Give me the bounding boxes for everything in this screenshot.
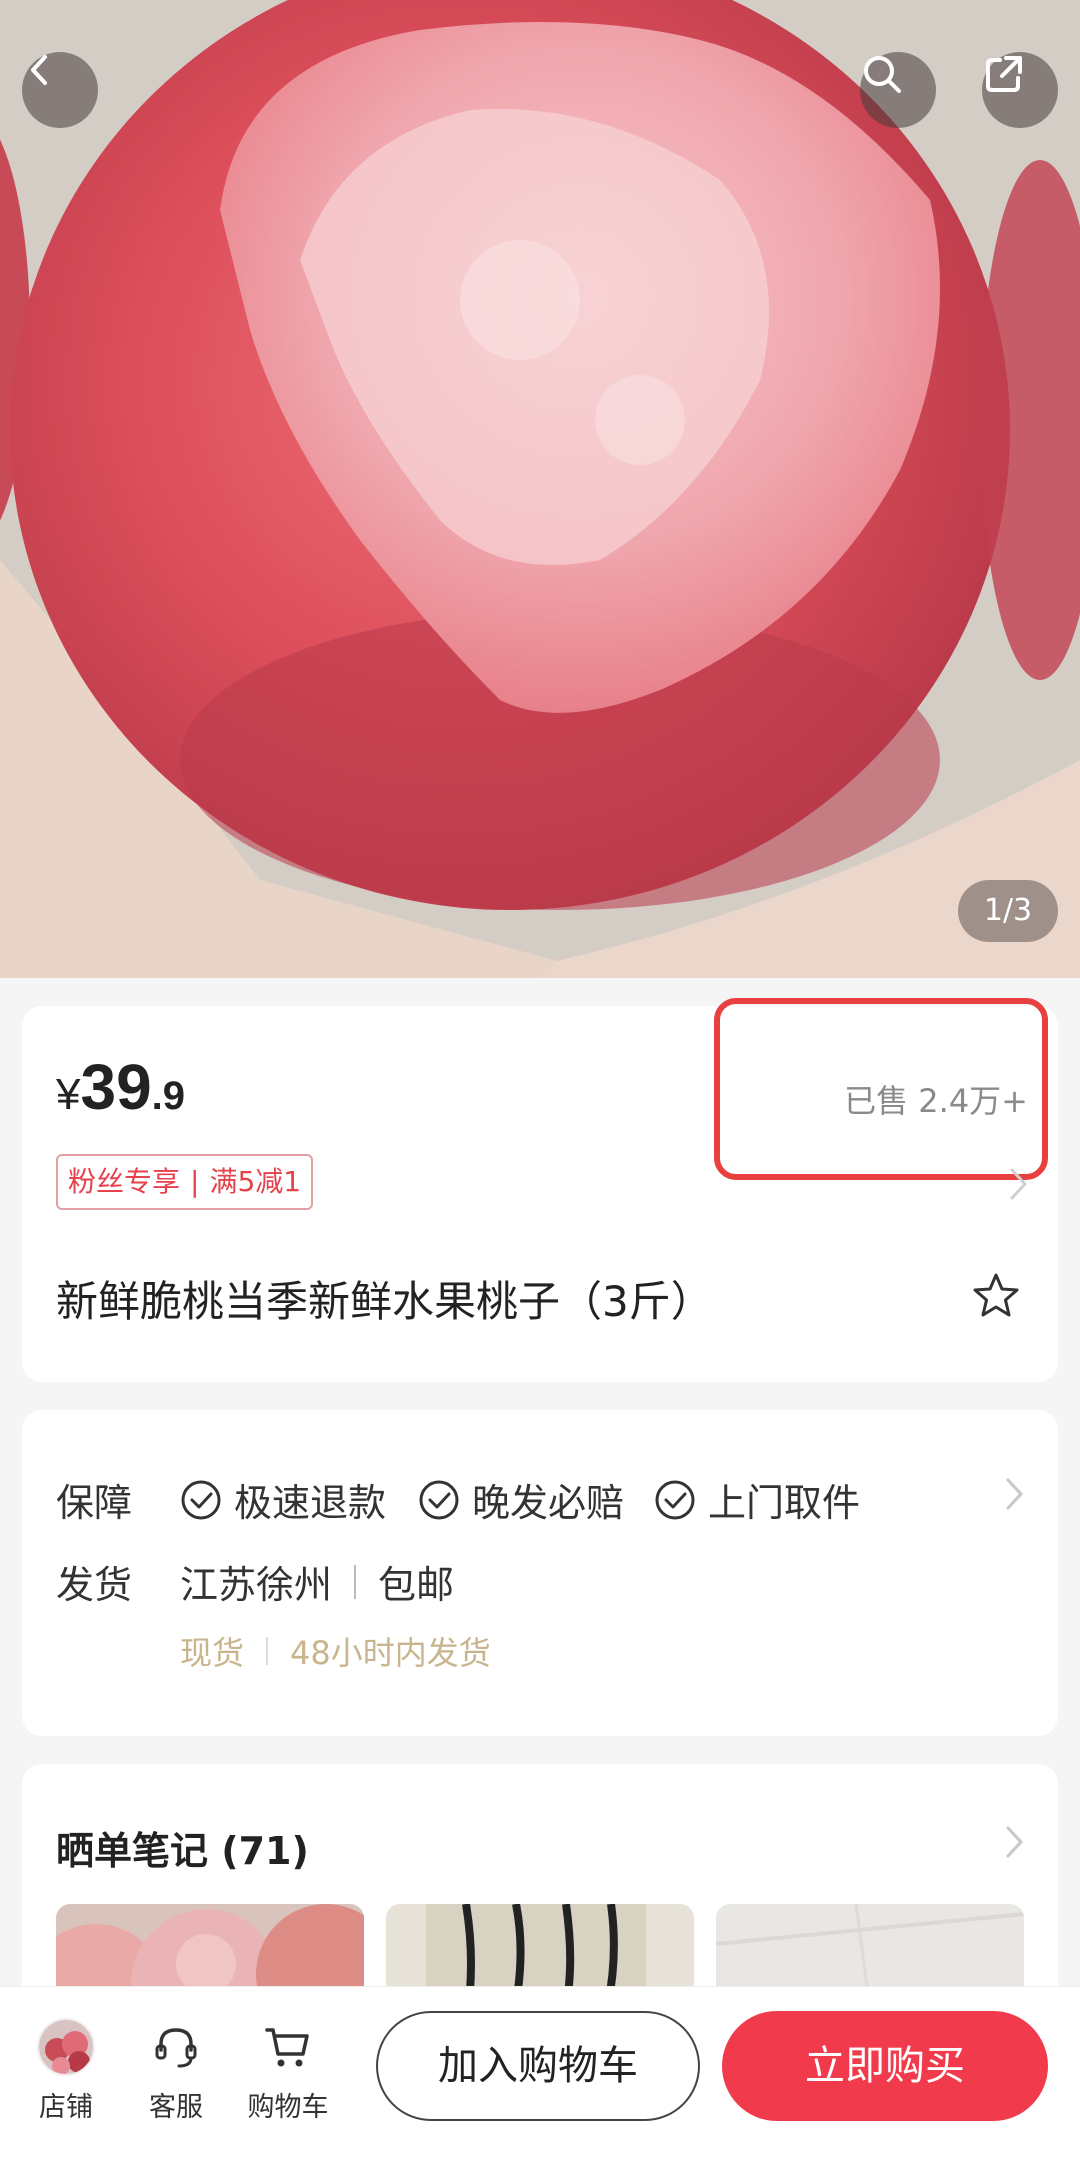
coupon-offer: 满5减1 bbox=[209, 1165, 302, 1198]
chevron-right-icon[interactable] bbox=[1004, 1824, 1026, 1860]
guarantee-text: 极速退款 bbox=[234, 1481, 387, 1525]
shipping-info: 江苏徐州 包邮 bbox=[180, 1554, 454, 1609]
share-icon bbox=[986, 56, 1022, 92]
service-card[interactable]: 保障 极速退款 晚发必赔 上门取件 发货 江苏徐州 包邮 现货 48小时内发货 bbox=[22, 1410, 1058, 1736]
store-avatar bbox=[37, 2018, 95, 2076]
store-button[interactable]: 店铺 bbox=[16, 2015, 116, 2124]
check-circle-icon bbox=[655, 1480, 695, 1519]
add-to-cart-button[interactable]: 加入购物车 bbox=[376, 2011, 700, 2121]
bottom-action-bar: 店铺 客服 购物车 加入购物车 立即购买 bbox=[0, 1986, 1080, 2176]
price-card: ¥39.9 已售 2.4万+ 粉丝专享 | 满5减1 新鲜脆桃当季新鲜水果桃子（… bbox=[22, 998, 1058, 1382]
coupon-separator: | bbox=[190, 1165, 200, 1198]
back-button[interactable] bbox=[22, 52, 98, 128]
store-logo-image bbox=[39, 2020, 93, 2074]
divider bbox=[266, 1637, 269, 1665]
ship-origin: 江苏徐州 bbox=[180, 1563, 333, 1607]
price-integer: 39 bbox=[80, 1051, 152, 1123]
divider bbox=[354, 1564, 357, 1599]
stock-status: 现货 bbox=[180, 1634, 245, 1672]
stock-info: 现货 48小时内发货 bbox=[180, 1628, 491, 1674]
dispatch-time: 48小时内发货 bbox=[290, 1634, 491, 1672]
share-button[interactable] bbox=[982, 52, 1058, 128]
check-circle-icon bbox=[419, 1480, 459, 1519]
check-circle-icon bbox=[181, 1480, 221, 1519]
cart-label: 购物车 bbox=[247, 2092, 329, 2123]
guarantee-label: 保障 bbox=[56, 1481, 133, 1525]
guarantee-text: 晚发必赔 bbox=[472, 1481, 625, 1525]
service-label: 客服 bbox=[149, 2092, 203, 2123]
annotation-highlight-box bbox=[714, 998, 1048, 1180]
image-counter: 1/3 bbox=[958, 880, 1058, 942]
store-label: 店铺 bbox=[39, 2092, 93, 2123]
product-title: 新鲜脆桃当季新鲜水果桃子（3斤） bbox=[56, 1277, 713, 1326]
favorite-star-icon[interactable] bbox=[970, 1270, 1022, 1322]
customer-service-button[interactable]: 客服 bbox=[126, 2015, 226, 2124]
product-photo bbox=[0, 0, 1080, 978]
guarantee-text: 上门取件 bbox=[708, 1481, 861, 1525]
coupon-badge[interactable]: 粉丝专享 | 满5减1 bbox=[56, 1154, 314, 1210]
guarantee-item-fast-refund: 极速退款 bbox=[180, 1472, 386, 1527]
guarantee-item-late-compensation: 晚发必赔 bbox=[418, 1472, 624, 1527]
cart-button[interactable]: 购物车 bbox=[238, 2015, 338, 2124]
product-image-carousel[interactable]: 1/3 bbox=[0, 0, 1080, 978]
search-icon bbox=[864, 56, 901, 93]
chevron-left-icon bbox=[31, 55, 47, 85]
guarantee-item-pickup: 上门取件 bbox=[654, 1472, 860, 1527]
shopping-cart-icon bbox=[265, 2028, 309, 2067]
chevron-right-icon[interactable] bbox=[1008, 1166, 1030, 1202]
buy-now-button[interactable]: 立即购买 bbox=[722, 2011, 1048, 2121]
headset-icon bbox=[155, 2028, 197, 2068]
chevron-right-icon[interactable] bbox=[1004, 1476, 1026, 1512]
currency-symbol: ¥ bbox=[56, 1070, 81, 1119]
notes-title: 晒单笔记 (71) bbox=[56, 1829, 309, 1873]
price: ¥39.9 bbox=[56, 1050, 185, 1124]
shipping-fee: 包邮 bbox=[378, 1563, 455, 1607]
product-detail-page: 1/3 ¥39.9 已售 2.4万+ 粉丝专享 | 满5减1 新鲜脆桃当季新鲜水… bbox=[0, 0, 1080, 2176]
price-decimal: .9 bbox=[151, 1074, 186, 1118]
coupon-tag: 粉丝专享 bbox=[68, 1165, 181, 1198]
shipping-label: 发货 bbox=[56, 1563, 133, 1607]
search-button[interactable] bbox=[860, 52, 936, 128]
